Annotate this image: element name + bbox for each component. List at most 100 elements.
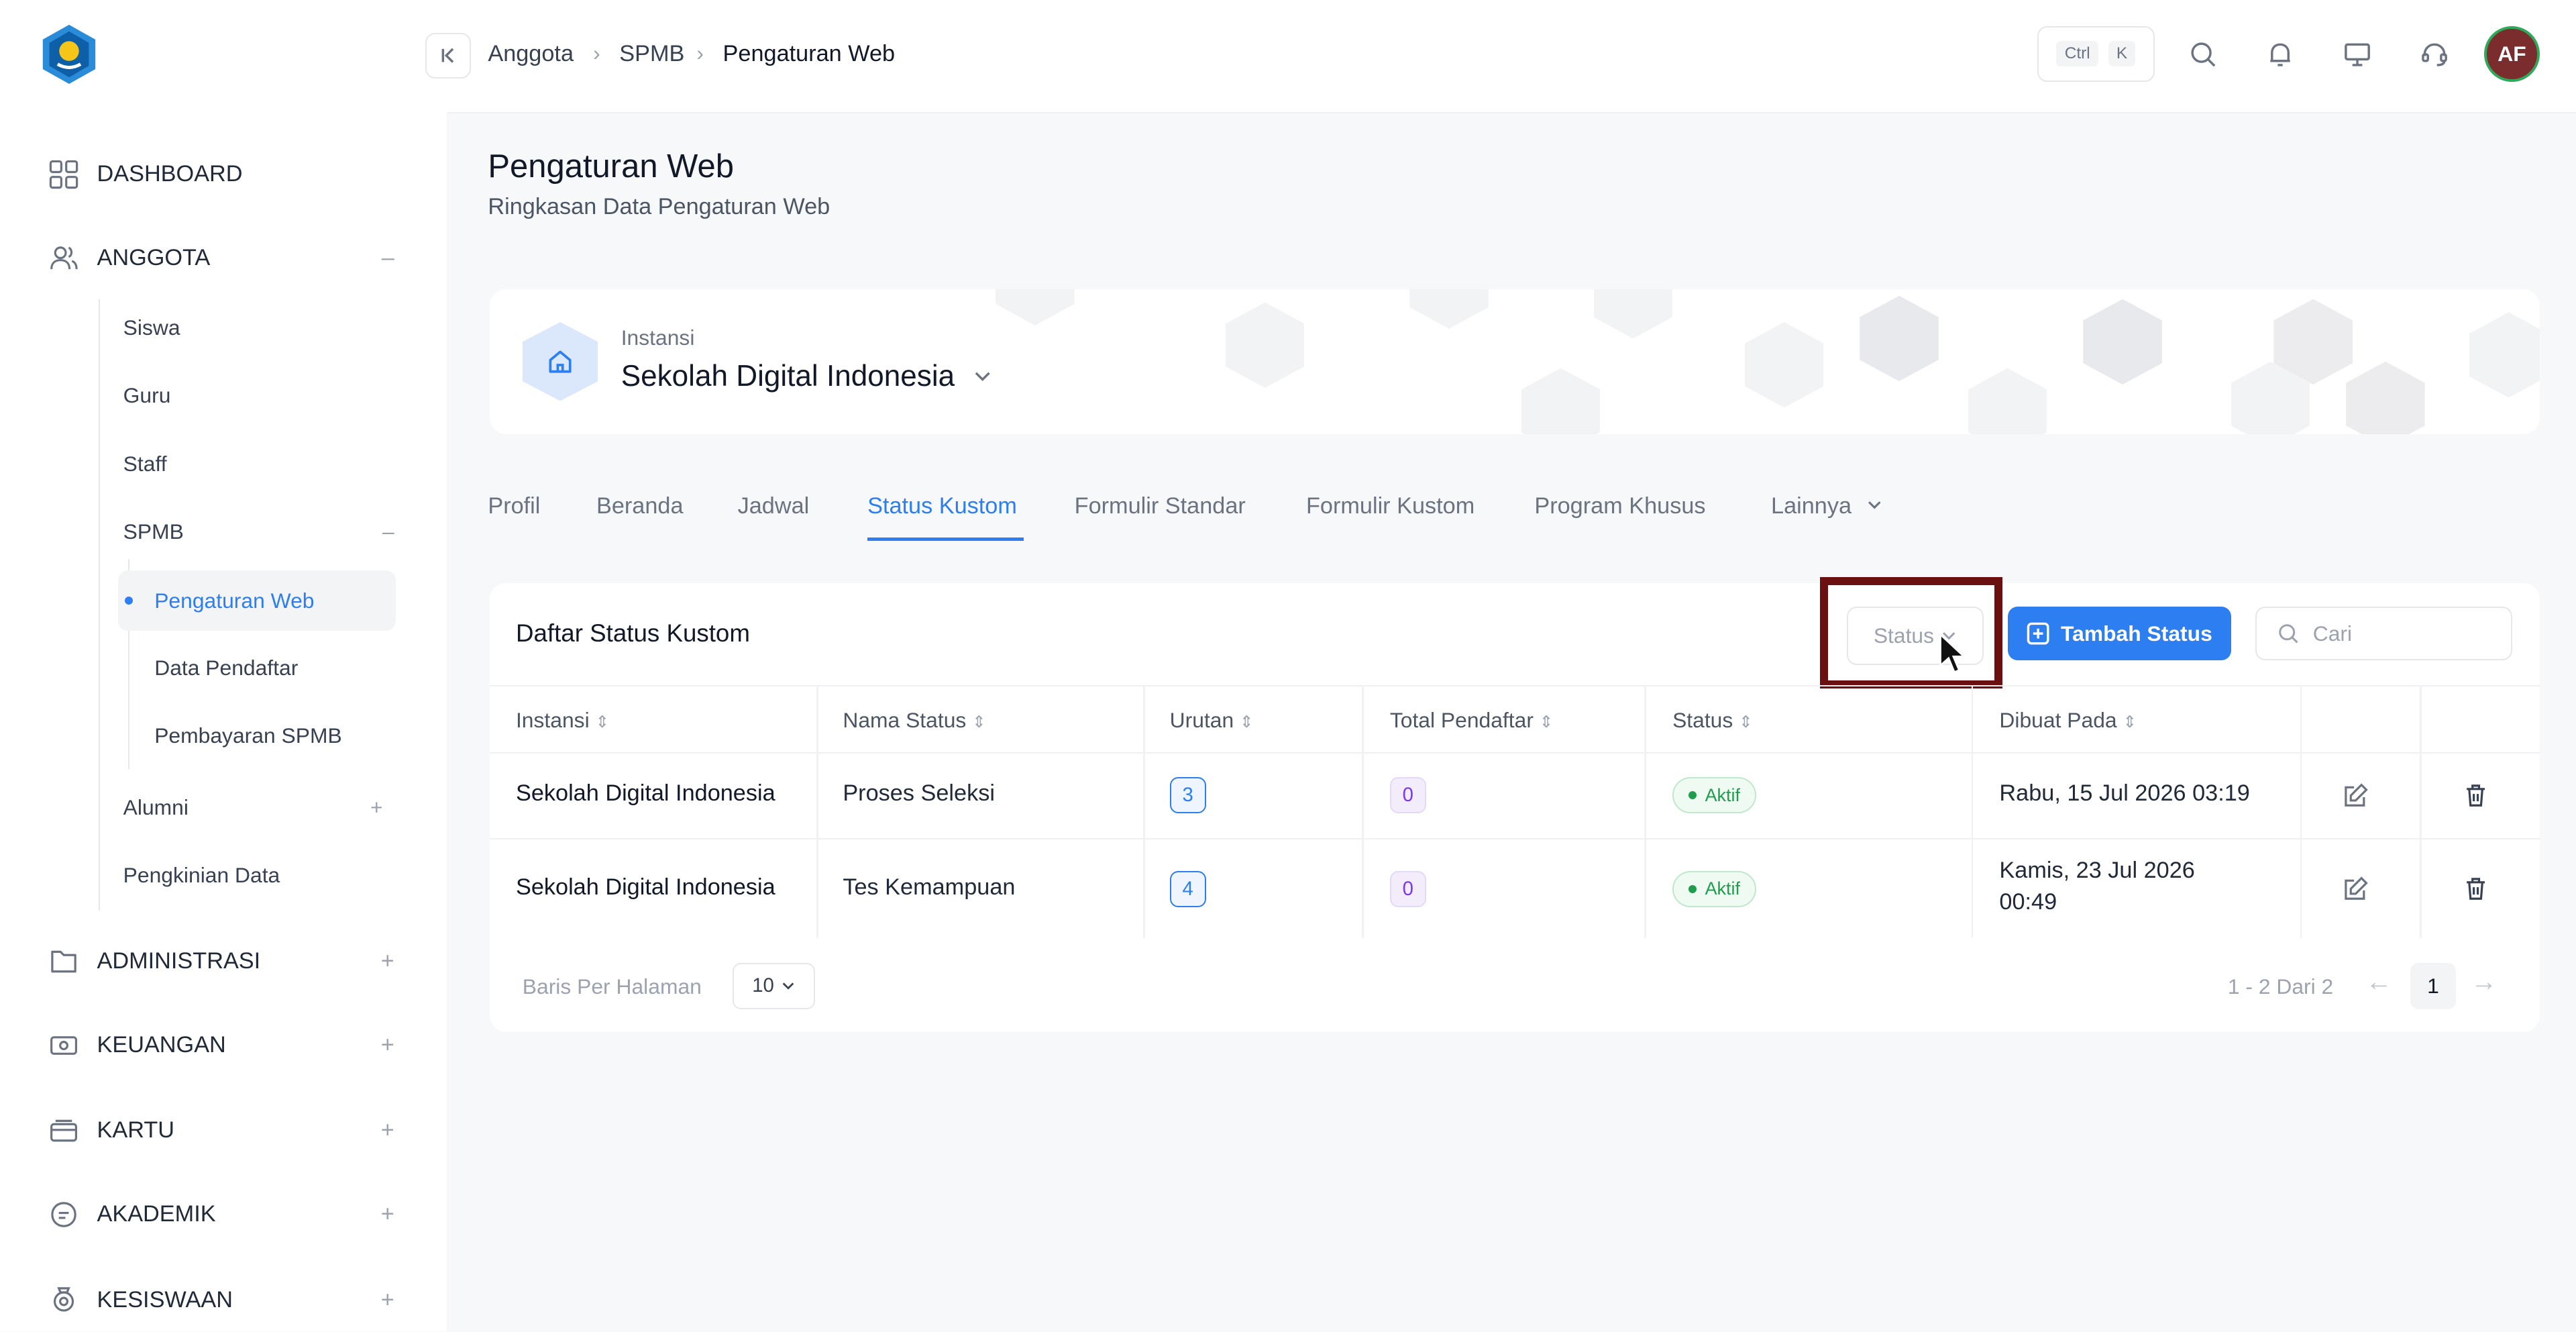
col-header-urutan[interactable]: Urutan ⇕ [1170,708,1254,733]
status-dot [1688,884,1697,893]
expand-toggle[interactable]: + [381,1287,394,1313]
search-input[interactable]: Cari [2255,606,2512,661]
avatar[interactable]: AF [2483,26,2540,83]
active-tab-indicator [867,537,1024,541]
tab-status-kustom[interactable]: Status Kustom [867,493,1017,519]
nav-anggota[interactable]: ANGGOTA – [49,243,394,272]
nav-kesiswaan[interactable]: KESISWAAN + [49,1285,394,1315]
table-row: Sekolah Digital Indonesia Tes Kemampuan … [490,838,2540,938]
nav-keuangan[interactable]: KEUANGAN + [49,1031,394,1060]
nav-kartu[interactable]: KARTU + [49,1116,394,1145]
nav-dashboard[interactable]: DASHBOARD [49,160,394,189]
sidebar-item-staff[interactable]: Staff [123,452,167,476]
search-placeholder: Cari [2312,621,2353,646]
sidebar-item-label: Alumni [123,795,189,820]
chevron-down-icon [975,372,990,381]
nav-label: DASHBOARD [97,161,243,187]
users-icon [49,243,78,272]
decor-hex [1225,302,1305,388]
highlight-box [1820,576,2003,689]
nav-administrasi[interactable]: ADMINISTRASI + [49,947,394,976]
instansi-selector[interactable]: Sekolah Digital Indonesia [621,360,993,393]
page-1-button[interactable]: 1 [2410,963,2457,1009]
instansi-label: Instansi [621,325,695,350]
expand-toggle[interactable]: + [381,1032,394,1058]
breadcrumb-current: Pengaturan Web [722,41,896,67]
col-header-nama-status[interactable]: Nama Status ⇕ [843,708,985,733]
cell-dibuat-pada: Rabu, 15 Jul 2026 03:19 [1999,780,2250,807]
kbd-ctrl: Ctrl [2056,41,2098,67]
add-status-button[interactable]: Tambah Status [2007,606,2231,661]
collapse-toggle[interactable]: – [382,519,394,544]
card-icon [49,1116,78,1145]
total-badge: 0 [1389,870,1426,907]
expand-toggle[interactable]: + [370,795,383,820]
nav-akademik[interactable]: AKADEMIK + [49,1200,394,1229]
sidebar-collapse-button[interactable] [425,32,471,79]
expand-toggle[interactable]: + [381,948,394,974]
status-table-card: Daftar Status Kustom Status Tambah Statu… [489,576,2540,1032]
decor-hex [1593,289,1673,339]
decor-hex [1744,321,1824,408]
tab-jadwal[interactable]: Jadwal [738,493,810,519]
sidebar: DASHBOARD ANGGOTA – Siswa Guru Staff SPM… [0,0,447,1331]
folder-icon [49,947,78,976]
rows-per-page-label: Baris Per Halaman [522,974,702,999]
col-header-instansi[interactable]: Instansi ⇕ [516,708,609,733]
support-icon[interactable] [2418,38,2451,70]
sidebar-item-pengkinian-data[interactable]: Pengkinian Data [123,863,280,888]
decor-hex [2083,299,2162,385]
tab-formulir-standar[interactable]: Formulir Standar [1075,493,1246,519]
search-icon[interactable] [2187,38,2220,70]
sidebar-item-pengaturan-web[interactable]: Pengaturan Web [154,588,314,613]
sidebar-item-label: SPMB [123,519,184,544]
decor-hex [2469,312,2540,398]
col-header-status[interactable]: Status ⇕ [1672,708,1753,733]
rows-per-page-select[interactable]: 10 [733,963,815,1009]
trash-icon[interactable] [2461,780,2491,810]
collapse-toggle[interactable]: – [382,245,394,271]
sidebar-item-pembayaran-spmb[interactable]: Pembayaran SPMB [154,723,342,748]
breadcrumb-spmb[interactable]: SPMB [619,41,684,67]
tab-beranda[interactable]: Beranda [596,493,684,519]
bell-icon[interactable] [2264,38,2297,70]
tab-lainnya[interactable]: Lainnya [1771,493,1882,519]
edit-icon[interactable] [2341,874,2371,904]
app-logo[interactable] [36,21,102,87]
mouse-cursor-icon [1939,632,1967,674]
col-header-total-pendaftar[interactable]: Total Pendaftar ⇕ [1390,708,1553,733]
sidebar-item-guru[interactable]: Guru [123,383,171,408]
cell-nama-status: Tes Kemampuan [843,874,1016,900]
total-badge: 0 [1389,777,1426,814]
monitor-icon[interactable] [2341,38,2374,70]
command-shortcut[interactable]: Ctrl K [2037,26,2155,82]
tab-label: Lainnya [1771,493,1852,519]
breadcrumb-anggota[interactable]: Anggota [488,41,574,67]
grid-icon [49,160,78,189]
sidebar-item-data-pendaftar[interactable]: Data Pendaftar [154,656,298,680]
decor-hex [1860,295,1939,382]
trash-icon[interactable] [2461,874,2491,904]
tab-program-khusus[interactable]: Program Khusus [1534,493,1705,519]
sidebar-item-siswa[interactable]: Siswa [123,315,180,340]
expand-toggle[interactable]: + [381,1201,394,1227]
nav-label: KEUANGAN [97,1032,226,1058]
sidebar-item-alumni[interactable]: Alumni + [123,795,383,820]
next-page-button[interactable]: → [2471,968,2497,997]
urutan-badge: 4 [1169,870,1206,907]
tab-profil[interactable]: Profil [488,493,540,519]
prev-page-button[interactable]: ← [2366,968,2392,997]
chevron-right-icon: › [696,41,704,66]
decor-hex [2346,361,2425,434]
col-header-dibuat-pada[interactable]: Dibuat Pada ⇕ [1999,708,2137,733]
tree-line [98,299,101,911]
sidebar-item-spmb[interactable]: SPMB – [123,519,394,544]
table-title: Daftar Status Kustom [515,619,750,648]
badge-icon [49,1285,78,1315]
tab-formulir-kustom[interactable]: Formulir Kustom [1306,493,1474,519]
status-dot [1688,791,1697,800]
edit-icon[interactable] [2341,780,2371,810]
pagination-info: 1 - 2 Dari 2 [2227,974,2334,999]
search-icon [2279,624,2298,644]
expand-toggle[interactable]: + [381,1117,394,1143]
